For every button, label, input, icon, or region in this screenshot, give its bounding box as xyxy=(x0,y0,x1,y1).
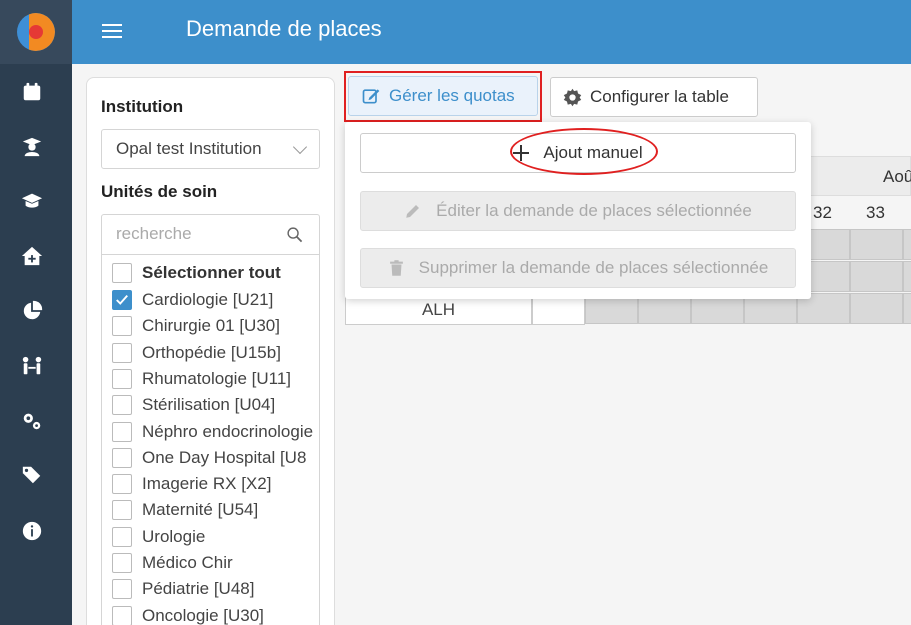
unit-checkbox[interactable] xyxy=(112,316,132,337)
units-list: Sélectionner tout Cardiologie [U21] Chiru… xyxy=(101,214,320,625)
unit-label: Médico Chir xyxy=(142,553,233,572)
unit-option[interactable]: Cardiologie [U21] xyxy=(112,288,273,312)
unit-label: Chirurgie 01 [U30] xyxy=(142,316,280,336)
unit-checkbox[interactable] xyxy=(112,368,132,389)
unit-option[interactable]: Urologie xyxy=(112,525,205,549)
unit-checkbox[interactable] xyxy=(112,579,132,600)
page-title: Demande de places xyxy=(186,16,382,41)
logo-icon xyxy=(17,13,55,51)
unit-label: Urologie xyxy=(142,526,206,546)
table-cell[interactable] xyxy=(850,293,903,324)
home-plus-icon[interactable] xyxy=(20,244,44,268)
unit-checkbox[interactable] xyxy=(112,500,132,521)
units-search xyxy=(102,215,319,255)
table-cell[interactable] xyxy=(850,229,903,260)
units-label: Unités de soin xyxy=(101,182,218,201)
unit-option[interactable]: Chirurgie 01 [U30] xyxy=(112,314,280,338)
pencil-icon xyxy=(406,205,420,218)
delete-selected-label: Supprimer la demande de places sélection… xyxy=(418,258,769,277)
unit-option[interactable]: One Day Hospital [U8 xyxy=(112,446,306,470)
unit-label: Pédiatrie [U48] xyxy=(142,579,255,599)
institution-label: Institution xyxy=(101,97,184,116)
people-exchange-icon[interactable] xyxy=(20,354,44,378)
chevron-down-icon xyxy=(292,139,308,155)
unit-checkbox[interactable] xyxy=(112,290,132,310)
filter-panel: Institution Opal test Institution Unités… xyxy=(86,77,335,625)
unit-checkbox[interactable] xyxy=(112,605,132,625)
sidebar xyxy=(0,0,72,625)
unit-option[interactable]: Orthopédie [U15b] xyxy=(112,341,281,365)
unit-option[interactable]: Pédiatrie [U48] xyxy=(112,577,254,601)
delete-selected-menu-item[interactable]: Supprimer la demande de places sélection… xyxy=(360,248,796,288)
week-number: 33 xyxy=(866,203,885,222)
select-all-option[interactable]: Sélectionner tout xyxy=(112,261,281,285)
info-icon[interactable] xyxy=(20,519,44,543)
institution-select[interactable]: Opal test Institution xyxy=(101,129,320,169)
select-all-checkbox[interactable] xyxy=(112,263,132,283)
configure-table-button[interactable]: Configurer la table xyxy=(550,77,758,117)
unit-label: Rhumatologie [U11] xyxy=(142,368,291,388)
graduate-icon[interactable] xyxy=(20,135,44,159)
institution-value: Opal test Institution xyxy=(116,139,262,158)
pie-chart-icon[interactable] xyxy=(20,299,44,323)
table-cell[interactable] xyxy=(903,229,911,260)
highlight-box xyxy=(344,71,542,122)
tags-icon[interactable] xyxy=(20,463,44,487)
calendar-icon[interactable] xyxy=(20,80,44,104)
table-cell[interactable] xyxy=(903,261,911,292)
unit-label: Imagerie RX [X2] xyxy=(142,474,272,494)
unit-checkbox[interactable] xyxy=(112,474,132,495)
unit-label: One Day Hospital [U8 xyxy=(142,447,307,467)
select-all-label: Sélectionner tout xyxy=(142,263,281,282)
top-bar: Demande de places xyxy=(72,0,911,64)
unit-checkbox[interactable] xyxy=(112,447,132,468)
table-cell[interactable] xyxy=(903,293,911,324)
table-cell[interactable] xyxy=(850,261,903,292)
unit-label: Stérilisation [U04] xyxy=(142,395,276,415)
unit-checkbox[interactable] xyxy=(112,526,132,547)
search-icon xyxy=(287,227,303,243)
edit-selected-label: Éditer la demande de places sélectionnée xyxy=(436,201,752,220)
check-icon xyxy=(116,294,128,305)
unit-label: Orthopédie [U15b] xyxy=(142,342,281,362)
unit-option[interactable]: Médico Chir xyxy=(112,551,233,575)
month-header: Aoû xyxy=(800,156,911,196)
unit-option[interactable]: Rhumatologie [U11] xyxy=(112,367,291,391)
app-logo[interactable] xyxy=(0,0,72,64)
highlight-ellipse xyxy=(510,128,658,175)
trash-icon xyxy=(389,260,403,276)
unit-option[interactable]: Imagerie RX [X2] xyxy=(112,472,271,496)
unit-checkbox[interactable] xyxy=(112,395,132,416)
unit-option[interactable]: Néphro endocrinologie xyxy=(112,420,313,444)
unit-label: Néphro endocrinologie xyxy=(142,421,314,441)
unit-option[interactable]: Maternité [U54] xyxy=(112,498,258,522)
unit-checkbox[interactable] xyxy=(112,421,132,442)
unit-option[interactable]: Oncologie [U30] xyxy=(112,604,264,625)
search-input[interactable] xyxy=(116,215,286,253)
unit-label: Cardiologie [U21] xyxy=(142,290,274,309)
gears-icon[interactable] xyxy=(20,409,44,433)
gear-icon xyxy=(563,88,582,106)
graduation-cap-icon[interactable] xyxy=(20,189,44,213)
unit-checkbox[interactable] xyxy=(112,342,132,363)
unit-label: Maternité [U54] xyxy=(142,500,259,520)
unit-label: Oncologie [U30] xyxy=(142,605,264,625)
menu-icon[interactable] xyxy=(102,20,122,44)
unit-checkbox[interactable] xyxy=(112,553,132,573)
edit-selected-menu-item[interactable]: Éditer la demande de places sélectionnée xyxy=(360,191,796,231)
unit-option[interactable]: Stérilisation [U04] xyxy=(112,393,275,417)
configure-table-label: Configurer la table xyxy=(590,87,729,106)
